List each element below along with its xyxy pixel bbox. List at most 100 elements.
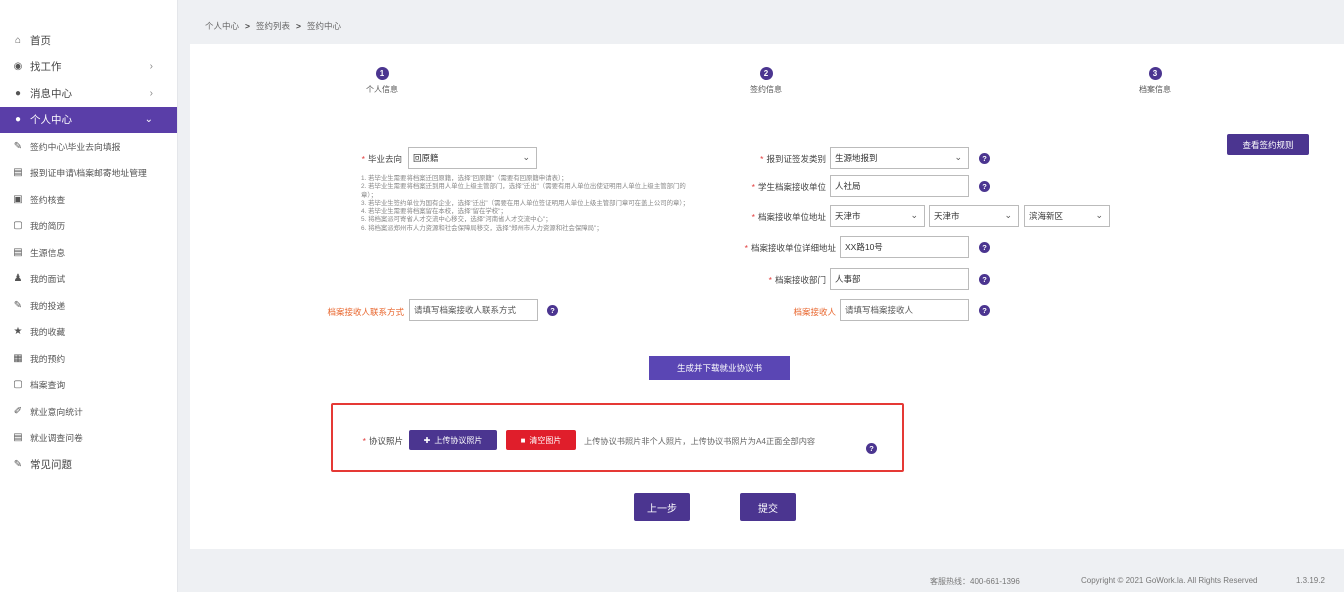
agreement-photo-label: * 协议照片 (362, 436, 403, 446)
search-doc-icon: ▢ (13, 379, 23, 391)
sidebar-item[interactable]: ● 消息中心 › (0, 80, 177, 107)
clear-photo-button[interactable]: ■ 清空图片 (506, 430, 576, 450)
sidebar-item-label: 常见问题 (30, 458, 72, 471)
sidebar-item-label: 消息中心 (30, 87, 72, 100)
sidebar-item[interactable]: ▢ 档案查询 (0, 372, 177, 399)
step-archive-info: 3 档案信息 (1115, 67, 1195, 95)
sidebar-item[interactable]: ✐ 就业意向统计 (0, 398, 177, 425)
pen-icon: ✐ (13, 405, 23, 417)
sidebar-item-label: 我的预约 (30, 353, 66, 364)
step-label: 个人信息 (366, 85, 398, 94)
destination-select[interactable]: 回原籍 ⌄ (408, 147, 537, 169)
trash-icon: ■ (520, 435, 526, 445)
sidebar-item-label: 我的收藏 (30, 327, 66, 338)
sidebar-item[interactable]: ▤ 生源信息 (0, 239, 177, 266)
sidebar-item-label: 就业调查问卷 (30, 433, 83, 444)
sidebar-item[interactable]: ⌂ 首页 (0, 27, 177, 54)
report-type-select[interactable]: 生源地报到 ⌄ (830, 147, 969, 169)
sidebar-item-label: 我的投递 (30, 300, 66, 311)
step-label: 档案信息 (1139, 85, 1171, 94)
help-icon[interactable]: ? (866, 443, 877, 454)
note-line: 6. 将档案派郑州市人力资源和社会保障局移交，选择"郑州市人力资源和社会保障局"… (361, 224, 603, 232)
chevron-down-icon: ⌄ (522, 152, 530, 162)
help-icon[interactable]: ? (979, 274, 990, 285)
info-icon: ▤ (13, 246, 23, 258)
province-select[interactable]: 天津市 ⌄ (830, 205, 925, 227)
archive-unit-label: * 学生档案接收单位 (751, 182, 826, 192)
sidebar-item[interactable]: ● 个人中心 ⌄ (0, 106, 177, 133)
breadcrumb-list[interactable]: 签约列表 (256, 20, 290, 32)
dept-label: * 档案接收部门 (768, 275, 826, 285)
plus-icon: ✚ (423, 435, 431, 445)
dept-input[interactable]: 人事部 (830, 268, 969, 290)
sidebar-item[interactable]: ★ 我的收藏 (0, 319, 177, 346)
sidebar-item[interactable]: ▦ 我的预约 (0, 345, 177, 372)
sidebar-item[interactable]: ▤ 就业调查问卷 (0, 425, 177, 452)
user-circle-icon: ● (14, 114, 22, 126)
breadcrumb: 个人中心 > 签约列表 > 签约中心 (205, 20, 341, 32)
breadcrumb-separator: > (296, 21, 301, 31)
sidebar-item[interactable]: ▣ 签约核查 (0, 186, 177, 213)
sidebar-item[interactable]: ▤ 报到证申请\档案邮寄地址管理 (0, 160, 177, 187)
step-number: 1 (375, 67, 389, 80)
destination-label: * 毕业去向 (361, 154, 402, 164)
previous-step-button[interactable]: 上一步 (634, 493, 690, 521)
interview-icon: ♟ (13, 273, 23, 285)
breadcrumb-current: 签约中心 (306, 21, 341, 31)
upload-note: 上传协议书照片非个人照片，上传协议书照片为A4正面全部内容 (584, 437, 816, 446)
report-type-label: * 报到证签发类别 (760, 154, 826, 164)
chevron-icon: › (149, 87, 153, 99)
sidebar-item-label: 签约中心\毕业去向填报 (30, 141, 121, 152)
step-label: 签约信息 (750, 85, 782, 94)
help-icon[interactable]: ? (979, 242, 990, 253)
chevron-down-icon: ⌄ (1004, 210, 1012, 220)
sidebar-item[interactable]: ▢ 我的简历 (0, 213, 177, 240)
detail-address-input[interactable]: XX路10号 (840, 236, 969, 258)
sidebar-item-label: 生源信息 (30, 247, 66, 258)
help-icon[interactable]: ? (979, 305, 990, 316)
survey-icon: ▤ (13, 432, 23, 444)
archive-unit-input[interactable]: 人社局 (830, 175, 969, 197)
district-select[interactable]: 滨海新区 ⌄ (1024, 205, 1110, 227)
receiver-label: 档案接收人 (793, 307, 836, 317)
contact-label: 档案接收人联系方式 (327, 307, 404, 317)
home-icon: ⌂ (14, 34, 22, 46)
sidebar-item[interactable]: ◉ 找工作 › (0, 54, 177, 81)
contact-input[interactable]: 请填写档案接收人联系方式 (409, 299, 538, 321)
faq-icon: ✎ (13, 458, 23, 470)
view-rules-button[interactable]: 查看签约规则 (1227, 134, 1309, 155)
archive-address-label: * 档案接收单位地址 (751, 212, 826, 222)
sidebar-item-label: 首页 (30, 34, 51, 47)
receiver-input[interactable]: 请填写档案接收人 (840, 299, 969, 321)
sidebar-item-label: 报到证申请\档案邮寄地址管理 (30, 168, 147, 179)
card-icon: ▤ (13, 167, 23, 179)
help-icon[interactable]: ? (979, 153, 990, 164)
edit-icon: ✎ (13, 140, 23, 152)
sidebar-item[interactable]: ✎ 常见问题 (0, 451, 177, 478)
sidebar-item[interactable]: ✎ 我的投递 (0, 292, 177, 319)
step-sign-info: 2 签约信息 (726, 67, 806, 95)
sidebar-item[interactable]: ✎ 签约中心\毕业去向填报 (0, 133, 177, 160)
step-personal-info: 1 个人信息 (342, 67, 422, 95)
generate-agreement-button[interactable]: 生成并下载就业协议书 (649, 356, 790, 380)
sidebar-item[interactable]: ♟ 我的面试 (0, 266, 177, 293)
sidebar-item-label: 就业意向统计 (30, 406, 83, 417)
help-icon[interactable]: ? (979, 181, 990, 192)
main-panel (190, 44, 1344, 549)
chevron-down-icon: ⌄ (1095, 210, 1103, 220)
eye-icon: ◉ (13, 61, 23, 73)
breadcrumb-home[interactable]: 个人中心 (205, 20, 239, 32)
upload-photo-button[interactable]: ✚ 上传协议照片 (409, 430, 497, 450)
chevron-icon: ⌄ (144, 114, 153, 126)
submit-button[interactable]: 提交 (740, 493, 796, 521)
sidebar-item-label: 我的简历 (30, 221, 66, 232)
help-icon[interactable]: ? (547, 305, 558, 316)
star-icon: ★ (13, 326, 23, 338)
calendar-icon: ▦ (13, 352, 23, 364)
footer-copyright: Copyright © 2021 GoWork.la. All Rights R… (1081, 576, 1258, 585)
sidebar-item-label: 找工作 (30, 61, 62, 74)
sidebar-item-label: 我的面试 (30, 274, 66, 285)
breadcrumb-separator: > (245, 21, 250, 31)
chevron-down-icon: ⌄ (910, 210, 918, 220)
city-select[interactable]: 天津市 ⌄ (929, 205, 1019, 227)
